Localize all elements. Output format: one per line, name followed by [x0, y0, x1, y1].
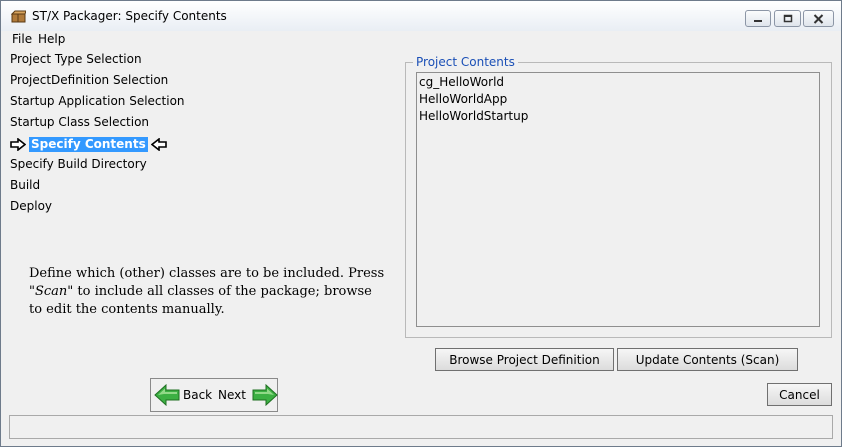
window-title: ST/X Packager: Specify Contents [32, 9, 227, 23]
maximize-button[interactable] [774, 10, 801, 27]
packager-window: ST/X Packager: Specify Contents File Hel… [0, 0, 842, 447]
step-build-directory[interactable]: Specify Build Directory [10, 157, 147, 171]
step-startup-class[interactable]: Startup Class Selection [10, 115, 149, 129]
step-project-type[interactable]: Project Type Selection [10, 52, 142, 66]
description-emphasis: Scan [34, 284, 68, 299]
list-item[interactable]: HelloWorldApp [419, 92, 507, 106]
next-label: Next [218, 388, 246, 402]
close-button[interactable] [803, 10, 834, 27]
back-button[interactable]: Back [154, 381, 212, 409]
step-build[interactable]: Build [10, 178, 40, 192]
green-arrow-right-icon [252, 384, 278, 406]
back-label: Back [183, 388, 213, 402]
menu-file[interactable]: File [12, 32, 32, 46]
title-bar[interactable]: ST/X Packager: Specify Contents [1, 1, 841, 32]
arrow-left-icon [150, 138, 167, 151]
next-button[interactable]: Next [218, 381, 278, 409]
navigation-buttons: Back Next [150, 378, 278, 412]
current-step-label: Specify Contents [29, 137, 148, 152]
minimize-button[interactable] [745, 10, 771, 27]
step-deploy[interactable]: Deploy [10, 199, 52, 213]
menu-bar: File Help [1, 31, 841, 48]
green-arrow-left-icon [154, 384, 180, 406]
list-item[interactable]: cg_HelloWorld [419, 75, 504, 89]
update-contents-button[interactable]: Update Contents (Scan) [617, 348, 798, 371]
step-specify-contents[interactable]: Specify Contents [10, 137, 167, 152]
menu-help[interactable]: Help [38, 32, 65, 46]
minimize-icon [754, 19, 762, 22]
arrow-right-icon [10, 138, 26, 151]
browse-project-definition-button[interactable]: Browse Project Definition [435, 348, 614, 371]
package-icon [11, 10, 26, 23]
project-contents-title: Project Contents [413, 55, 518, 69]
step-description: Define which (other) classes are to be i… [29, 265, 389, 319]
maximize-icon [783, 14, 792, 23]
close-icon [813, 13, 824, 24]
description-text-2: " to include all classes of the package;… [29, 284, 372, 317]
list-item[interactable]: HelloWorldStartup [419, 109, 528, 123]
step-project-definition[interactable]: ProjectDefinition Selection [10, 73, 168, 87]
cancel-button[interactable]: Cancel [767, 383, 832, 406]
step-startup-application[interactable]: Startup Application Selection [10, 94, 185, 108]
project-contents-list[interactable]: cg_HelloWorld HelloWorldApp HelloWorldSt… [416, 72, 820, 327]
status-bar [9, 415, 833, 439]
